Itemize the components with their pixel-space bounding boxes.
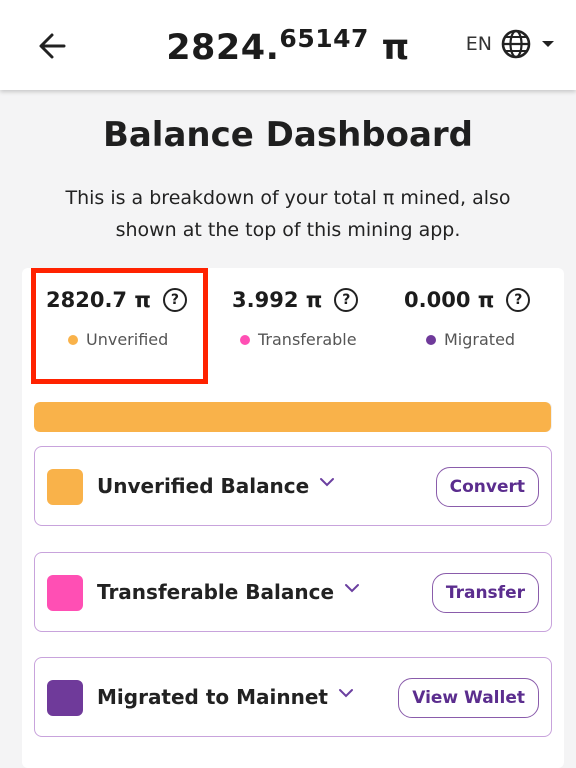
total-balance-integer: 2824. [166,28,280,68]
color-swatch [47,680,83,716]
row-label: Unverified Balance [97,474,310,498]
row-label: Migrated to Mainnet [97,685,328,709]
pi-symbol: π [381,28,410,68]
view-wallet-button[interactable]: View Wallet [398,678,539,718]
stat-migrated: 0.000 π ? Migrated [404,288,531,378]
language-code: EN [465,33,492,55]
help-icon[interactable]: ? [506,288,531,312]
transferable-balance-row[interactable]: Transferable Balance Transfer [34,552,552,632]
color-swatch [47,575,83,611]
unverified-balance-row[interactable]: Unverified Balance Convert [34,446,552,526]
transfer-button[interactable]: Transfer [431,573,539,613]
balance-progress-bar [34,402,552,432]
total-balance-decimal: 65147 [279,24,369,53]
chevron-down-icon[interactable] [338,688,354,698]
top-bar: 2824.65147 π EN [0,0,576,90]
color-swatch [47,469,83,505]
stat-label: Transferable [258,330,357,349]
language-selector[interactable]: EN [466,28,556,60]
progress-fill-unverified [34,402,552,432]
caret-down-icon [542,41,554,47]
migrated-mainnet-row[interactable]: Migrated to Mainnet View Wallet [34,657,552,737]
chevron-down-icon[interactable] [344,583,360,593]
status-dot [240,334,250,345]
page-subtitle: This is a breakdown of your total π mine… [65,187,511,241]
stat-transferable: 3.992 π ? Transferable [232,288,359,378]
highlight-box [31,268,208,384]
globe-icon [501,29,531,59]
stat-value: 0.000 π [404,288,495,312]
status-dot [426,334,436,345]
page-title: Balance Dashboard [102,115,474,155]
stat-value: 3.992 π [232,288,323,312]
stat-label: Migrated [444,330,516,349]
row-label: Transferable Balance [97,580,335,604]
chevron-down-icon[interactable] [319,477,335,487]
convert-button[interactable]: Convert [435,467,539,507]
help-icon[interactable]: ? [334,288,359,312]
